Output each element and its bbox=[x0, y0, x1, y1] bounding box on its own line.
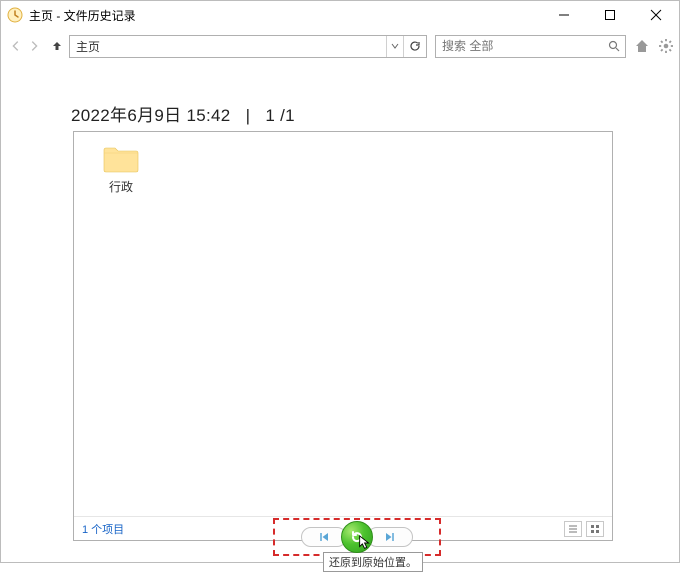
view-icons-button[interactable] bbox=[586, 521, 604, 537]
search-box[interactable] bbox=[435, 35, 626, 58]
content-area: 2022年6月9日 15:42 | 1 /1 行政 1 个项目 bbox=[1, 63, 679, 562]
folder-name: 行政 bbox=[86, 178, 156, 195]
snapshot-header: 2022年6月9日 15:42 | 1 /1 bbox=[71, 101, 295, 126]
snapshot-timestamp: 2022年6月9日 15:42 bbox=[71, 106, 231, 125]
view-details-button[interactable] bbox=[564, 521, 582, 537]
file-area[interactable]: 行政 bbox=[74, 132, 612, 516]
title-bar: 主页 - 文件历史记录 bbox=[1, 1, 679, 29]
next-version-button[interactable] bbox=[367, 527, 413, 547]
search-input[interactable] bbox=[436, 39, 603, 53]
app-icon bbox=[7, 7, 23, 23]
address-bar[interactable]: 主页 bbox=[69, 35, 427, 58]
page-indicator: 1 /1 bbox=[265, 106, 295, 125]
gear-icon[interactable] bbox=[658, 36, 674, 56]
restore-tooltip: 还原到原始位置。 bbox=[323, 552, 423, 572]
nav-up-button[interactable] bbox=[51, 35, 63, 57]
window-title: 主页 - 文件历史记录 bbox=[29, 7, 541, 24]
close-button[interactable] bbox=[633, 1, 679, 29]
address-text: 主页 bbox=[70, 38, 386, 55]
view-mode-icons bbox=[564, 521, 604, 537]
window-controls bbox=[541, 1, 679, 29]
address-dropdown-button[interactable] bbox=[386, 36, 404, 57]
maximize-button[interactable] bbox=[587, 1, 633, 29]
minimize-button[interactable] bbox=[541, 1, 587, 29]
home-icon[interactable] bbox=[634, 36, 650, 56]
restore-controls: 还原到原始位置。 bbox=[273, 518, 441, 556]
refresh-button[interactable] bbox=[404, 36, 426, 57]
item-count: 1 个项目 bbox=[82, 521, 124, 537]
file-pane: 行政 1 个项目 bbox=[73, 131, 613, 541]
folder-icon bbox=[102, 144, 140, 174]
restore-button[interactable] bbox=[341, 521, 373, 553]
search-icon[interactable] bbox=[603, 40, 625, 52]
nav-back-button[interactable] bbox=[9, 35, 23, 57]
navigation-bar: 主页 bbox=[1, 29, 679, 63]
nav-forward-button[interactable] bbox=[27, 35, 41, 57]
app-window: 主页 - 文件历史记录 主页 bbox=[0, 0, 680, 563]
folder-item[interactable]: 行政 bbox=[86, 144, 156, 195]
